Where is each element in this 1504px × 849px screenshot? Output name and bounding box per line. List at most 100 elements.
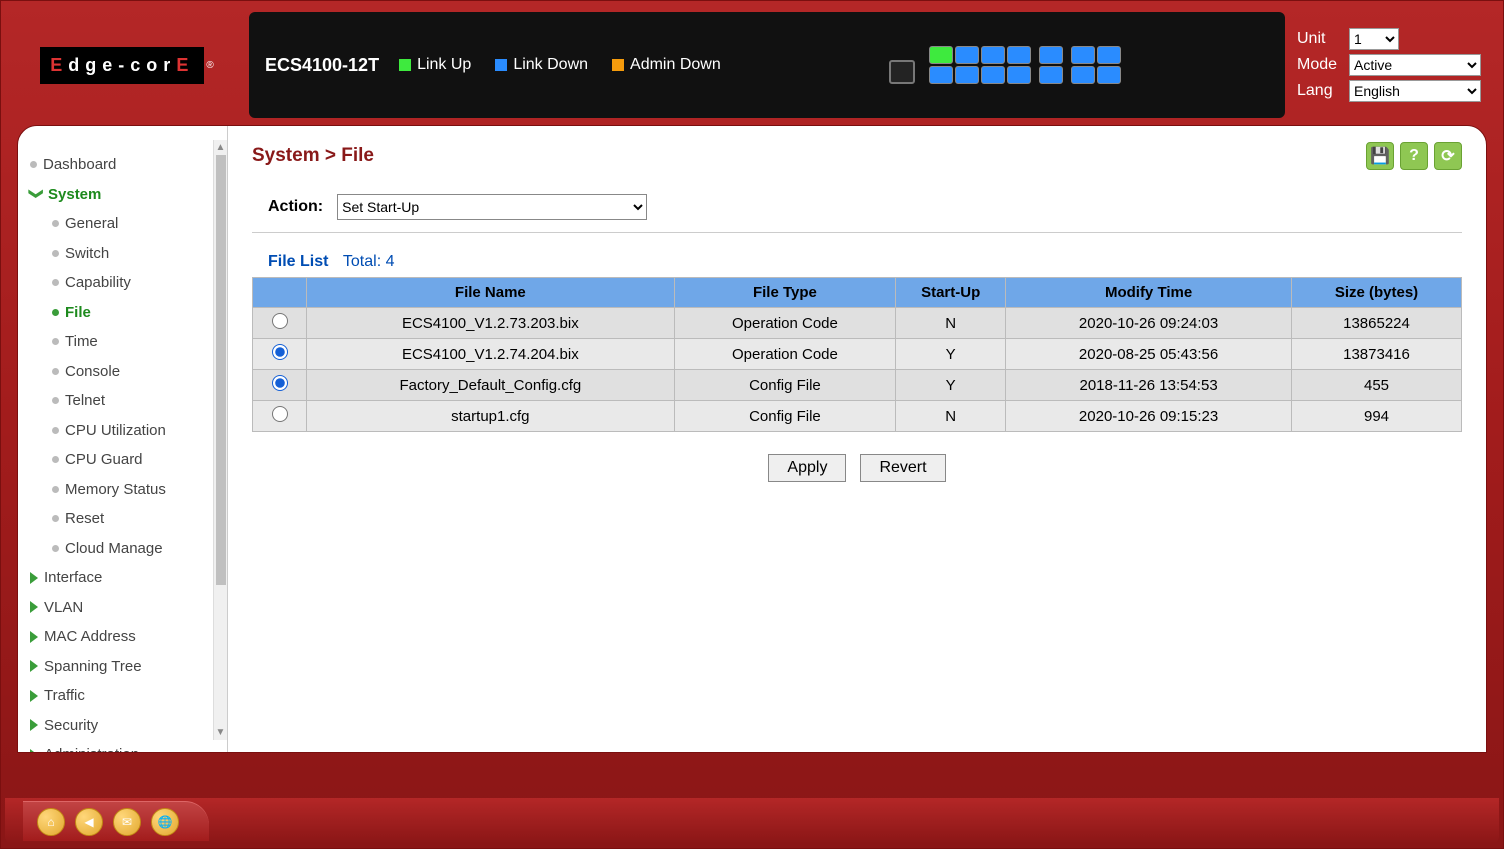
scroll-up-icon[interactable]: ▲ <box>216 140 226 155</box>
cell-type: Config File <box>674 401 895 432</box>
mode-label: Mode <box>1297 56 1341 74</box>
sidebar-scrollbar[interactable]: ▲ ▼ <box>213 140 227 740</box>
table-row: ECS4100_V1.2.73.203.bixOperation CodeN20… <box>253 308 1462 339</box>
cell-mtime: 2020-08-25 05:43:56 <box>1006 339 1292 370</box>
device-panel: ECS4100-12T Link Up Link Down Admin Down <box>249 12 1285 118</box>
legend-link-down: Link Down <box>495 56 588 74</box>
save-button[interactable]: 💾 <box>1366 142 1394 170</box>
port-icon[interactable] <box>1039 66 1063 84</box>
sidebar-item-security[interactable]: Security <box>30 711 223 741</box>
logo: Edge-corE <box>40 47 204 84</box>
file-list-total: Total: 4 <box>343 253 395 270</box>
sidebar-item-cloud-manage[interactable]: Cloud Manage <box>30 534 223 564</box>
action-row: Action: Set Start-Up <box>252 184 1462 233</box>
port-icon[interactable] <box>955 66 979 84</box>
port-icon[interactable] <box>955 46 979 64</box>
sidebar-item-cpu-utilization[interactable]: CPU Utilization <box>30 416 223 446</box>
file-table: File NameFile TypeStart-UpModify TimeSiz… <box>252 277 1462 432</box>
cell-startup: N <box>896 401 1006 432</box>
select-radio[interactable] <box>272 344 288 360</box>
port-icon[interactable] <box>981 66 1005 84</box>
apply-button[interactable]: Apply <box>768 454 846 482</box>
column-header: Start-Up <box>896 278 1006 308</box>
mode-select[interactable]: Active <box>1349 54 1481 76</box>
port-icon[interactable] <box>1097 46 1121 64</box>
cell-startup: N <box>896 308 1006 339</box>
sidebar-item-vlan[interactable]: VLAN <box>30 593 223 623</box>
sidebar-item-switch[interactable]: Switch <box>30 239 223 269</box>
footer-globe-button[interactable]: 🌐 <box>151 808 179 836</box>
cell-size: 455 <box>1292 370 1462 401</box>
cell-startup: Y <box>896 370 1006 401</box>
unit-select[interactable]: 1 <box>1349 28 1399 50</box>
logo-box: Edge-corE® <box>17 47 237 84</box>
port-icon[interactable] <box>929 46 953 64</box>
sidebar-item-spanning-tree[interactable]: Spanning Tree <box>30 652 223 682</box>
scroll-down-icon[interactable]: ▼ <box>216 725 226 740</box>
footer-home-button[interactable]: ⌂ <box>37 808 65 836</box>
port-legend: Link Up Link Down Admin Down <box>399 56 721 74</box>
cell-type: Config File <box>674 370 895 401</box>
select-radio[interactable] <box>272 375 288 391</box>
main-content: Dashboard❯SystemGeneralSwitchCapabilityF… <box>17 125 1487 753</box>
unit-label: Unit <box>1297 30 1341 48</box>
square-green-icon <box>399 59 411 71</box>
action-select[interactable]: Set Start-Up <box>337 194 647 220</box>
cell-name: startup1.cfg <box>307 401 675 432</box>
select-radio[interactable] <box>272 406 288 422</box>
header: Edge-corE® ECS4100-12T Link Up Link Down… <box>5 5 1499 125</box>
square-orange-icon <box>612 59 624 71</box>
help-button[interactable]: ? <box>1400 142 1428 170</box>
port-icon[interactable] <box>929 66 953 84</box>
sidebar-item-memory-status[interactable]: Memory Status <box>30 475 223 505</box>
refresh-button[interactable]: ⟳ <box>1434 142 1462 170</box>
footer-back-button[interactable]: ◀ <box>75 808 103 836</box>
scroll-thumb[interactable] <box>216 155 226 585</box>
mgmt-port-icon <box>889 60 915 84</box>
lang-label: Lang <box>1297 82 1341 100</box>
table-row: ECS4100_V1.2.74.204.bixOperation CodeY20… <box>253 339 1462 370</box>
content-panel: System > File 💾 ? ⟳ Action: Set Start-Up… <box>228 126 1486 752</box>
breadcrumb: System > File <box>252 145 374 167</box>
sidebar-item-mac-address[interactable]: MAC Address <box>30 622 223 652</box>
port-icon[interactable] <box>1007 46 1031 64</box>
sidebar-item-cpu-guard[interactable]: CPU Guard <box>30 445 223 475</box>
file-list-label: File List <box>268 253 328 270</box>
legend-admin-down: Admin Down <box>612 56 721 74</box>
sidebar-item-reset[interactable]: Reset <box>30 504 223 534</box>
column-header: File Type <box>674 278 895 308</box>
sidebar-item-capability[interactable]: Capability <box>30 268 223 298</box>
header-controls: Unit 1 Mode Active Lang English <box>1297 28 1487 102</box>
app-frame: Edge-corE® ECS4100-12T Link Up Link Down… <box>0 0 1504 849</box>
cell-name: ECS4100_V1.2.73.203.bix <box>307 308 675 339</box>
footer-mail-button[interactable]: ✉ <box>113 808 141 836</box>
sidebar-item-system[interactable]: ❯System <box>30 180 223 210</box>
sidebar-item-dashboard[interactable]: Dashboard <box>30 150 223 180</box>
footer-tab: ⌂ ◀ ✉ 🌐 <box>23 801 209 841</box>
sidebar-item-time[interactable]: Time <box>30 327 223 357</box>
revert-button[interactable]: Revert <box>860 454 945 482</box>
port-icon[interactable] <box>1007 66 1031 84</box>
column-header: File Name <box>307 278 675 308</box>
sidebar-item-traffic[interactable]: Traffic <box>30 681 223 711</box>
column-header: Size (bytes) <box>1292 278 1462 308</box>
sidebar-item-interface[interactable]: Interface <box>30 563 223 593</box>
port-icon[interactable] <box>1071 46 1095 64</box>
select-radio[interactable] <box>272 313 288 329</box>
port-icon[interactable] <box>1039 46 1063 64</box>
lang-select[interactable]: English <box>1349 80 1481 102</box>
cell-type: Operation Code <box>674 308 895 339</box>
sidebar-item-console[interactable]: Console <box>30 357 223 387</box>
sidebar-item-administration[interactable]: Administration <box>30 740 223 752</box>
cell-size: 13865224 <box>1292 308 1462 339</box>
sidebar-item-general[interactable]: General <box>30 209 223 239</box>
sidebar-item-telnet[interactable]: Telnet <box>30 386 223 416</box>
port-icon[interactable] <box>1071 66 1095 84</box>
cell-name: ECS4100_V1.2.74.204.bix <box>307 339 675 370</box>
port-icon[interactable] <box>1097 66 1121 84</box>
cell-mtime: 2020-10-26 09:15:23 <box>1006 401 1292 432</box>
sidebar-item-file[interactable]: File <box>30 298 223 328</box>
square-blue-icon <box>495 59 507 71</box>
port-icon[interactable] <box>981 46 1005 64</box>
cell-name: Factory_Default_Config.cfg <box>307 370 675 401</box>
